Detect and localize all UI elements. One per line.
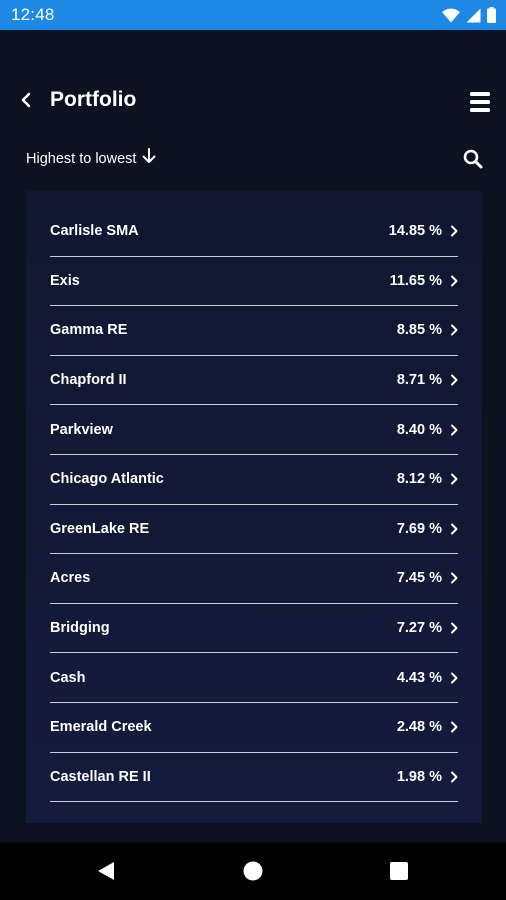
holding-value-group: 14.85 %	[389, 223, 458, 239]
holding-value-group: 8.85 %	[397, 322, 458, 338]
holding-name: Chapford II	[50, 372, 127, 389]
chevron-right-icon	[450, 324, 458, 336]
holding-row[interactable]: Parkview 8.40 %	[50, 405, 458, 455]
chevron-right-icon	[450, 672, 458, 684]
nav-home-icon	[241, 861, 265, 887]
page-title: Portfolio	[50, 88, 137, 111]
holding-value-group: 4.43 %	[397, 670, 458, 686]
battery-icon	[487, 7, 496, 23]
holding-name: Acres	[50, 570, 91, 587]
arrow-down-icon	[142, 148, 156, 169]
status-icons	[442, 7, 496, 23]
nav-recents-button[interactable]	[387, 859, 411, 883]
holding-value: 8.40 %	[396, 421, 442, 438]
status-time: 12:48	[11, 5, 55, 24]
holding-value: 1.98 %	[396, 768, 442, 785]
holding-value: 2.48 %	[396, 719, 442, 736]
holding-row[interactable]: Castellan RE II 1.98 %	[50, 753, 458, 803]
nav-recents-icon	[387, 862, 411, 887]
holding-row[interactable]: Cash 4.43 %	[50, 653, 458, 703]
nav-back-button[interactable]	[94, 859, 118, 883]
sort-label: Highest to lowest	[26, 150, 137, 167]
menu-icon	[468, 92, 492, 118]
holding-name: Castellan RE II	[50, 768, 151, 785]
chevron-right-icon	[450, 424, 458, 436]
holding-row[interactable]: Chicago Atlantic 8.12 %	[50, 455, 458, 505]
holding-value-group: 8.40 %	[397, 422, 458, 438]
holding-value-group: 7.27 %	[397, 620, 458, 636]
chevron-right-icon	[450, 771, 458, 783]
chevron-right-icon	[450, 622, 458, 634]
holding-value: 8.12 %	[396, 471, 442, 488]
holding-name: Gamma RE	[50, 322, 128, 339]
menu-button[interactable]	[468, 90, 492, 114]
holding-value: 8.85 %	[396, 322, 442, 339]
holding-value-group: 8.71 %	[397, 372, 458, 388]
holding-name: Bridging	[50, 620, 110, 637]
holding-value: 7.45 %	[396, 570, 442, 587]
chevron-right-icon	[450, 523, 458, 535]
holding-row[interactable]: Carlisle SMA 14.85 %	[50, 207, 458, 257]
holding-value: 7.69 %	[396, 520, 442, 537]
nav-home-button[interactable]	[241, 859, 265, 883]
holding-row[interactable]: Emerald Creek 2.48 %	[50, 703, 458, 753]
holding-row[interactable]: Gamma RE 8.85 %	[50, 306, 458, 356]
back-button[interactable]	[14, 90, 38, 114]
holding-row[interactable]: GreenLake RE 7.69 %	[50, 505, 458, 555]
holding-value-group: 7.45 %	[397, 570, 458, 586]
nav-back-icon	[94, 862, 118, 887]
holding-name: Carlisle SMA	[50, 223, 139, 240]
chevron-right-icon	[450, 572, 458, 584]
search-icon	[462, 149, 484, 174]
holding-value: 14.85 %	[388, 223, 442, 240]
header: Portfolio	[0, 80, 506, 124]
holding-name: Cash	[50, 669, 86, 686]
holding-name: Exis	[50, 272, 80, 289]
holding-name: Emerald Creek	[50, 719, 152, 736]
holding-row[interactable]: Exis 11.65 %	[50, 257, 458, 307]
holdings-card: Carlisle SMA 14.85 % Exis 11.65 % Gamma RE 8.…	[26, 191, 482, 823]
holding-name: GreenLake RE	[50, 520, 150, 537]
holding-value: 11.65 %	[389, 272, 442, 289]
holding-row[interactable]: Bridging 7.27 %	[50, 604, 458, 654]
chevron-right-icon	[450, 374, 458, 386]
signal-icon	[466, 8, 481, 23]
holding-name: Chicago Atlantic	[50, 471, 164, 488]
search-button[interactable]	[462, 148, 484, 170]
chevron-right-icon	[450, 721, 458, 733]
holding-value-group: 8.12 %	[397, 471, 458, 487]
holding-value-group: 7.69 %	[397, 521, 458, 537]
holding-value-group: 1.98 %	[397, 769, 458, 785]
holding-value: 7.27 %	[396, 620, 442, 637]
wifi-icon	[442, 8, 460, 23]
holding-value: 8.71 %	[396, 372, 442, 389]
chevron-left-icon	[19, 92, 33, 113]
sort-row: Highest to lowest	[0, 146, 506, 172]
holding-value: 4.43 %	[396, 669, 442, 686]
holding-name: Parkview	[50, 421, 113, 438]
chevron-right-icon	[450, 275, 458, 287]
holding-value-group: 2.48 %	[397, 719, 458, 735]
holdings-list: Carlisle SMA 14.85 % Exis 11.65 % Gamma RE 8.…	[50, 207, 458, 803]
holding-value-group: 11.65 %	[390, 273, 458, 289]
chevron-right-icon	[450, 473, 458, 485]
holding-row[interactable]: Chapford II 8.71 %	[50, 356, 458, 406]
status-bar: 12:48	[0, 0, 506, 30]
chevron-right-icon	[450, 225, 458, 237]
sort-control[interactable]: Highest to lowest	[26, 148, 156, 169]
holding-row[interactable]: Acres 7.45 %	[50, 554, 458, 604]
navigation-bar	[0, 842, 506, 900]
